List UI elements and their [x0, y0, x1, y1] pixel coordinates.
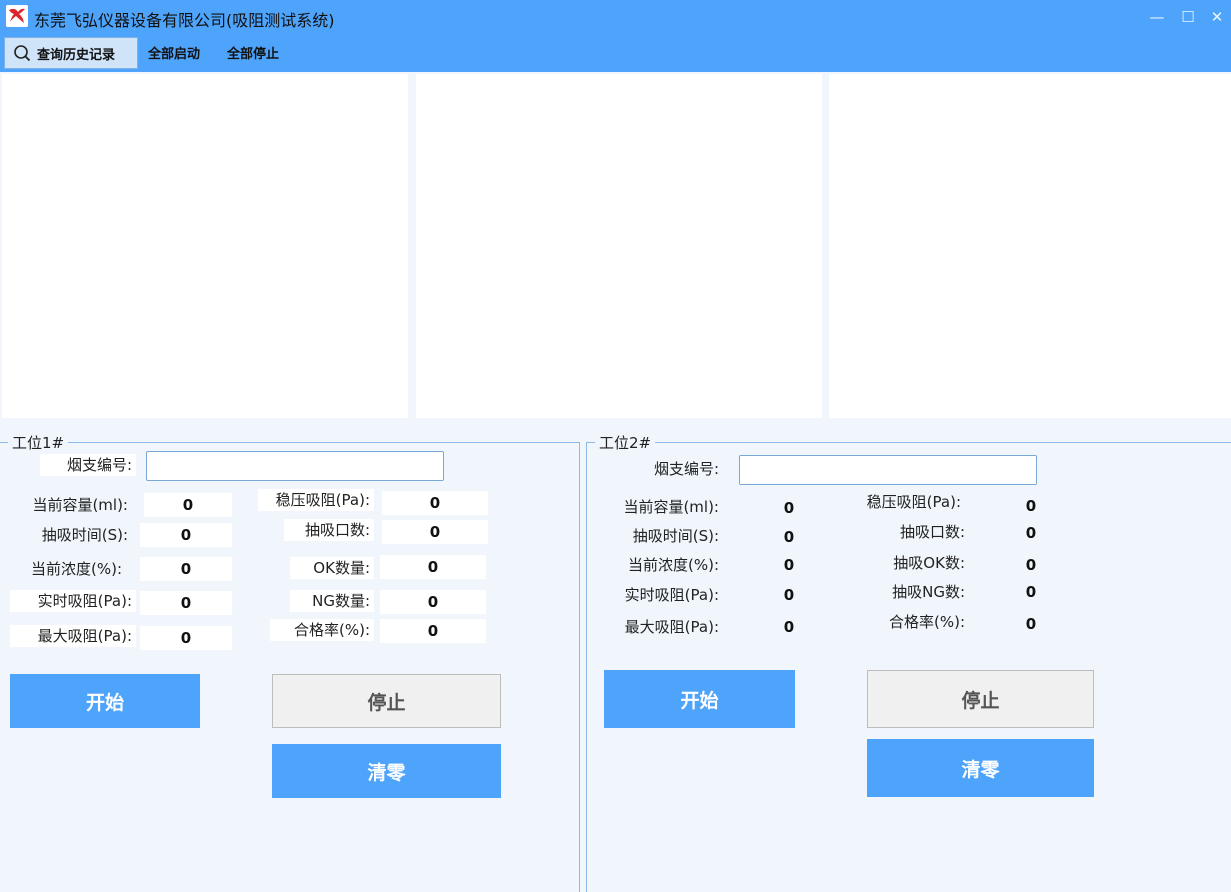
- ok-count-value: 0: [380, 555, 486, 579]
- query-history-label: 查询历史记录: [37, 47, 116, 63]
- app-logo-icon: [6, 5, 28, 27]
- max-resistance-value: 0: [140, 626, 232, 650]
- station-2-title: 工位2#: [595, 432, 656, 453]
- chart-panel-3: [829, 74, 1231, 418]
- puff-time-label: 抽吸时间(S):: [41, 526, 128, 544]
- stable-resistance-label: 稳压吸阻(Pa):: [866, 493, 961, 511]
- current-volume-label: 当前容量(ml):: [623, 498, 719, 516]
- station-1-title: 工位1#: [8, 432, 69, 453]
- puff-count-label: 抽吸口数:: [899, 523, 965, 541]
- close-icon[interactable]: ✕: [1206, 6, 1228, 28]
- pass-rate-value: 0: [380, 619, 486, 643]
- maximize-icon[interactable]: ☐: [1177, 6, 1199, 28]
- realtime-resistance-value: 0: [140, 591, 232, 615]
- ng-count-label: NG数量:: [290, 590, 374, 612]
- current-volume-value: 0: [144, 493, 232, 517]
- window-title: 东莞飞弘仪器设备有限公司(吸阻测试系统): [34, 11, 335, 30]
- current-volume-value: 0: [783, 499, 795, 517]
- puff-count-label: 抽吸口数:: [284, 519, 374, 541]
- cig-id-label: 烟支编号:: [653, 460, 719, 478]
- pass-rate-value: 0: [1025, 615, 1037, 633]
- start-button[interactable]: 开始: [604, 670, 795, 728]
- reset-button[interactable]: 清零: [272, 744, 501, 798]
- chart-panel-2: [416, 74, 822, 418]
- stable-resistance-label: 稳压吸阻(Pa):: [258, 489, 374, 511]
- cig-id-input[interactable]: [739, 455, 1037, 485]
- cig-id-input[interactable]: [146, 451, 444, 481]
- current-concentration-label: 当前浓度(%):: [627, 556, 719, 574]
- start-button[interactable]: 开始: [10, 674, 200, 728]
- ng-count-value: 0: [1025, 583, 1037, 601]
- start-all-button[interactable]: 全部启动: [148, 43, 200, 62]
- realtime-resistance-label: 实时吸阻(Pa):: [10, 590, 136, 612]
- current-concentration-label: 当前浓度(%):: [30, 560, 122, 578]
- max-resistance-label: 最大吸阻(Pa):: [10, 625, 136, 647]
- puff-time-value: 0: [783, 528, 795, 546]
- reset-button[interactable]: 清零: [867, 739, 1094, 797]
- ng-count-label: 抽吸NG数:: [892, 583, 965, 601]
- puff-time-value: 0: [140, 523, 232, 547]
- stop-all-button[interactable]: 全部停止: [227, 43, 279, 62]
- station-2-group: 工位2# 烟支编号: 当前容量(ml): 0 抽吸时间(S): 0 当前浓度(%…: [586, 432, 1231, 892]
- stop-button[interactable]: 停止: [867, 670, 1094, 728]
- realtime-resistance-label: 实时吸阻(Pa):: [624, 586, 719, 604]
- station-1-group: 工位1# 烟支编号: 当前容量(ml): 0 抽吸时间(S): 0 当前浓度(%…: [0, 432, 580, 892]
- query-history-button[interactable]: 查询历史记录: [4, 37, 138, 69]
- max-resistance-label: 最大吸阻(Pa):: [624, 618, 719, 636]
- puff-time-label: 抽吸时间(S):: [632, 527, 719, 545]
- title-bar: 东莞飞弘仪器设备有限公司(吸阻测试系统) — ☐ ✕: [0, 0, 1231, 34]
- minimize-icon[interactable]: —: [1146, 6, 1168, 28]
- current-concentration-value: 0: [140, 557, 232, 581]
- puff-count-value: 0: [382, 520, 488, 544]
- realtime-resistance-value: 0: [783, 586, 795, 604]
- ng-count-value: 0: [380, 590, 486, 614]
- search-icon: [14, 45, 31, 62]
- puff-count-value: 0: [1025, 524, 1037, 542]
- stable-resistance-value: 0: [1025, 497, 1037, 515]
- ok-count-label: 抽吸OK数:: [893, 554, 965, 572]
- pass-rate-label: 合格率(%):: [270, 619, 374, 641]
- toolbar: 查询历史记录 全部启动 全部停止: [0, 34, 1231, 72]
- stable-resistance-value: 0: [382, 491, 488, 515]
- cig-id-label: 烟支编号:: [40, 454, 136, 476]
- chart-panel-1: [2, 74, 408, 418]
- ok-count-value: 0: [1025, 556, 1037, 574]
- pass-rate-label: 合格率(%):: [888, 613, 965, 631]
- stop-button[interactable]: 停止: [272, 674, 501, 728]
- ok-count-label: OK数量:: [290, 557, 374, 579]
- max-resistance-value: 0: [783, 618, 795, 636]
- current-volume-label: 当前容量(ml):: [32, 496, 128, 514]
- current-concentration-value: 0: [783, 556, 795, 574]
